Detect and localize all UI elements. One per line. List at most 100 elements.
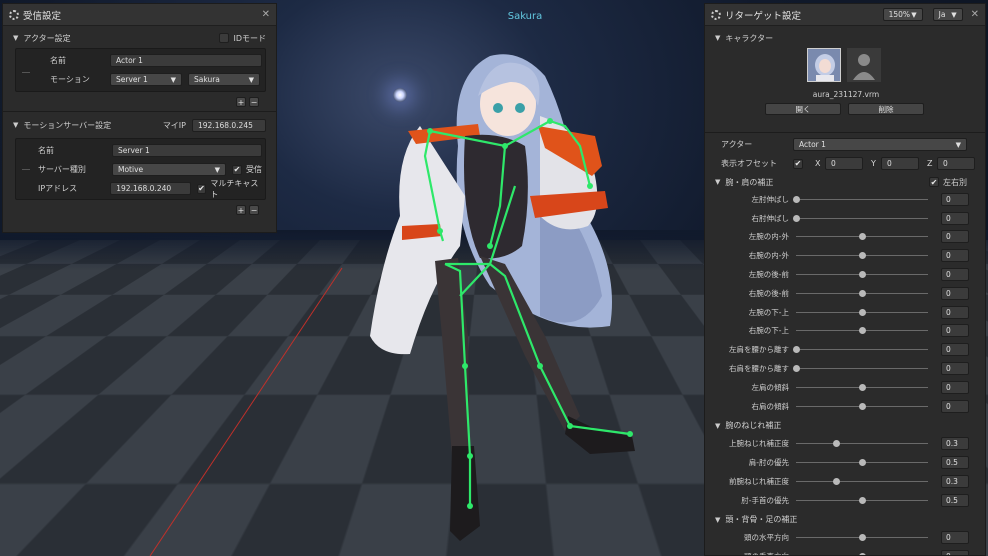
head-section-header[interactable]: ▼ 頭・背骨・足の補正 xyxy=(705,512,807,528)
slider-track[interactable] xyxy=(796,233,928,241)
slider-track[interactable] xyxy=(793,365,928,373)
slider-knob[interactable] xyxy=(859,534,866,542)
slider-value-input[interactable]: 0 xyxy=(941,211,969,225)
server-type-dropdown[interactable]: Motive ▼ xyxy=(112,163,226,176)
close-icon[interactable]: ✕ xyxy=(262,9,270,20)
slider-track[interactable] xyxy=(793,195,928,203)
language-value: Ja xyxy=(938,10,946,19)
my-ip-input[interactable]: 192.168.0.245 xyxy=(192,118,266,132)
character-thumbnail[interactable] xyxy=(807,48,841,82)
offset-checkbox[interactable]: ✔ xyxy=(793,158,803,169)
slider-value-input[interactable]: 0 xyxy=(941,268,969,282)
slider-knob[interactable] xyxy=(793,195,800,203)
offset-x-input[interactable]: 0 xyxy=(825,157,863,170)
remove-server-button[interactable]: − xyxy=(249,205,259,215)
drag-handle-icon[interactable] xyxy=(22,72,30,73)
open-button[interactable]: 開く xyxy=(765,103,841,115)
arm-section-header[interactable]: ▼ 腕・肩の補正 ✔ 左右別 xyxy=(705,174,985,190)
slider-knob[interactable] xyxy=(859,383,866,391)
slider-knob[interactable] xyxy=(793,214,800,222)
slider-track[interactable] xyxy=(796,496,928,504)
slider-value-input[interactable]: 0 xyxy=(941,362,969,376)
slider-label: 上腕ねじれ補正度 xyxy=(729,439,789,449)
slider-knob[interactable] xyxy=(859,496,866,504)
slider-knob[interactable] xyxy=(859,327,866,335)
slider-value-input[interactable]: 0 xyxy=(941,192,969,206)
slider-value-input[interactable]: 0 xyxy=(941,286,969,300)
retarget-panel-header[interactable]: リターゲット設定 150% ▼ Ja ▼ ✕ xyxy=(705,4,985,26)
ip-address-input[interactable]: 192.168.0.240 xyxy=(110,182,191,195)
slider-track[interactable] xyxy=(796,440,928,448)
receive-checkbox[interactable]: ✔ xyxy=(232,164,242,175)
slider-value-input[interactable]: 0 xyxy=(941,399,969,413)
slider-knob[interactable] xyxy=(793,346,800,354)
twist-section-header[interactable]: ▼ 腕のねじれ補正 xyxy=(705,418,791,434)
slider-track[interactable] xyxy=(796,289,928,297)
slider-track[interactable] xyxy=(796,477,928,485)
zoom-dropdown[interactable]: 150% ▼ xyxy=(882,8,923,21)
character-section-header[interactable]: ▼ キャラクター xyxy=(705,30,985,46)
slider-value-input[interactable]: 0.3 xyxy=(941,437,969,451)
slider-knob[interactable] xyxy=(793,365,800,373)
slider-knob[interactable] xyxy=(832,440,840,448)
actor-label: アクター xyxy=(721,140,753,149)
add-actor-button[interactable]: + xyxy=(236,97,246,107)
motion-server-header[interactable]: ▼ モーションサーバー設定 マイIP 192.168.0.245 xyxy=(3,117,276,133)
slider-knob[interactable] xyxy=(859,252,866,260)
slider-track[interactable] xyxy=(796,383,928,391)
actor-list: 名前 Actor 1 モーション Server 1 ▼ Sakura ▼ xyxy=(15,48,266,92)
dropdown-arrow-icon: ▼ xyxy=(955,140,961,149)
language-dropdown[interactable]: Ja ▼ xyxy=(932,8,963,21)
slider-track[interactable] xyxy=(796,327,928,335)
slider-knob[interactable] xyxy=(859,459,866,467)
slider-knob[interactable] xyxy=(859,233,866,241)
slider-value-input[interactable]: 0 xyxy=(941,380,969,394)
slider-knob[interactable] xyxy=(832,477,840,485)
slider-track[interactable] xyxy=(793,346,928,354)
slider-value-input[interactable]: 0 xyxy=(941,249,969,263)
server-name-input[interactable]: Server 1 xyxy=(112,144,262,157)
slider-track[interactable] xyxy=(793,214,928,222)
actor-dropdown[interactable]: Actor 1 ▼ xyxy=(793,138,967,151)
slider-value-input[interactable]: 0.3 xyxy=(941,474,969,488)
slider-knob[interactable] xyxy=(859,308,866,316)
close-icon[interactable]: ✕ xyxy=(971,9,979,20)
delete-button[interactable]: 削除 xyxy=(848,103,924,115)
left-right-separate-checkbox[interactable]: ✔ xyxy=(929,177,939,187)
slider-row: 頭の水平方向 0 xyxy=(705,528,985,547)
add-character-slot[interactable] xyxy=(847,48,881,82)
slider-value-input[interactable]: 0 xyxy=(941,230,969,244)
drag-handle-icon[interactable] xyxy=(22,169,30,170)
slider-value-input[interactable]: 0 xyxy=(941,305,969,319)
slider-track[interactable] xyxy=(796,252,928,260)
multicast-checkbox[interactable]: ✔ xyxy=(196,183,207,194)
slider-value-input[interactable]: 0 xyxy=(941,343,969,357)
slider-track[interactable] xyxy=(796,459,928,467)
actor-settings-header[interactable]: ▼ アクター設定 IDモード xyxy=(3,30,276,46)
slider-track[interactable] xyxy=(796,271,928,279)
remove-actor-button[interactable]: − xyxy=(249,97,259,107)
slider-value-input[interactable]: 0.5 xyxy=(941,456,969,470)
slider-value-input[interactable]: 0 xyxy=(941,531,969,545)
receive-panel-header[interactable]: 受信設定 ✕ xyxy=(3,4,276,26)
slider-value-input[interactable]: 0 xyxy=(941,324,969,338)
slider-label: 肩-肘の優先 xyxy=(748,458,789,468)
slider-value-input[interactable]: 0 xyxy=(941,550,969,555)
slider-knob[interactable] xyxy=(859,289,866,297)
collapse-triangle-icon: ▼ xyxy=(715,34,721,42)
actor-name-input[interactable]: Actor 1 xyxy=(110,54,262,67)
slider-knob[interactable] xyxy=(859,402,866,410)
slider-track[interactable] xyxy=(796,402,928,410)
id-mode-checkbox[interactable] xyxy=(219,33,230,43)
character-model[interactable] xyxy=(340,36,660,556)
slider-label: 左腕の後-前 xyxy=(748,270,789,280)
offset-z-input[interactable]: 0 xyxy=(937,157,975,170)
server-dropdown[interactable]: Server 1 ▼ xyxy=(110,73,182,86)
motion-dropdown[interactable]: Sakura ▼ xyxy=(188,73,260,86)
offset-y-input[interactable]: 0 xyxy=(881,157,919,170)
slider-knob[interactable] xyxy=(859,271,866,279)
slider-track[interactable] xyxy=(796,308,928,316)
slider-track[interactable] xyxy=(796,534,928,542)
add-server-button[interactable]: + xyxy=(236,205,246,215)
slider-value-input[interactable]: 0.5 xyxy=(941,493,969,507)
